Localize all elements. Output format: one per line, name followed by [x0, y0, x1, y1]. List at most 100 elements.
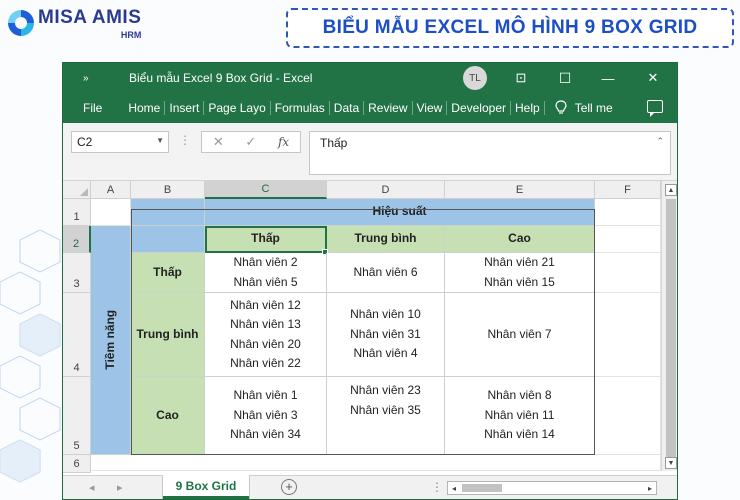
tab-file[interactable]: File [79, 101, 106, 115]
column-header-e[interactable]: E [445, 181, 595, 199]
tab-view[interactable]: View [413, 101, 447, 115]
title-bar: » Biểu mẫu Excel 9 Box Grid - Excel TL ⊡… [63, 63, 677, 93]
column-label-high[interactable]: Cao [445, 226, 595, 253]
box-cell[interactable]: Nhân viên 8 Nhân viên 11 Nhân viên 14 [445, 377, 595, 455]
cancel-icon[interactable]: ✕ [213, 134, 224, 150]
column-label-low[interactable]: Thấp [205, 226, 327, 253]
scroll-down-icon[interactable]: ▼ [665, 457, 677, 469]
box-cell[interactable]: Nhân viên 10 Nhân viên 31 Nhân viên 4 [327, 293, 445, 377]
cell-f2[interactable] [595, 226, 661, 253]
name-box-value: C2 [77, 135, 93, 149]
horizontal-scrollbar[interactable]: ◂ ▸ [447, 481, 657, 495]
ribbon-tabs: File Home Insert Page Layo Formulas Data… [63, 93, 677, 123]
brand-logo: MISA AMIS HRM [8, 8, 141, 40]
drag-handle-icon[interactable]: ⋮ [179, 133, 191, 147]
excel-window: » Biểu mẫu Excel 9 Box Grid - Excel TL ⊡… [62, 62, 678, 500]
select-all-button[interactable] [63, 181, 91, 199]
chevron-down-icon[interactable]: ▼ [156, 136, 164, 145]
sheet-tab-active[interactable]: 9 Box Grid [163, 475, 249, 499]
tab-page-layout[interactable]: Page Layo [204, 101, 269, 115]
box-cell[interactable]: Nhân viên 1 Nhân viên 3 Nhân viên 34 [205, 377, 327, 455]
ribbon-display-button[interactable]: ⊡ [501, 63, 541, 93]
column-header-d[interactable]: D [327, 181, 445, 199]
box-cell[interactable]: Nhân viên 23 Nhân viên 35 [327, 377, 445, 455]
row-6-cells[interactable] [91, 455, 661, 471]
row-label-high[interactable]: Cao [131, 377, 205, 455]
row-header-5[interactable]: 5 [63, 377, 91, 455]
tell-me-search[interactable]: Tell me [545, 100, 613, 116]
column-header-c[interactable]: C [205, 181, 327, 199]
tab-review[interactable]: Review [364, 101, 411, 115]
spreadsheet-grid: A B C D E F 1 2 3 4 5 6 Hiệu suất Tiềm n… [63, 181, 677, 483]
row-header-6[interactable]: 6 [63, 455, 91, 473]
enter-icon[interactable]: ✓ [245, 134, 256, 150]
next-sheet-icon[interactable]: ▸ [117, 481, 123, 494]
quick-access-icon[interactable]: » [83, 73, 103, 84]
add-sheet-icon[interactable]: + [281, 479, 297, 495]
tab-formulas[interactable]: Formulas [271, 101, 329, 115]
row-label-low[interactable]: Thấp [131, 253, 205, 293]
column-header-a[interactable]: A [91, 181, 131, 199]
formula-input[interactable]: Thấp ⌃ [309, 131, 671, 175]
box-cell[interactable]: Nhân viên 2 Nhân viên 5 [205, 253, 327, 293]
box-cell[interactable]: Nhân viên 21 Nhân viên 15 [445, 253, 595, 293]
employee-name: Nhân viên 4 [353, 346, 418, 361]
box-cell[interactable]: Nhân viên 12 Nhân viên 13 Nhân viên 20 N… [205, 293, 327, 377]
column-label-medium[interactable]: Trung bình [327, 226, 445, 253]
name-box[interactable]: C2 ▼ [71, 131, 169, 153]
tab-developer[interactable]: Developer [447, 101, 510, 115]
row-header-2[interactable]: 2 [63, 226, 91, 253]
row-header-4[interactable]: 4 [63, 293, 91, 377]
cell-f4[interactable] [595, 293, 661, 377]
scroll-thumb[interactable] [462, 484, 502, 492]
cell-f3[interactable] [595, 253, 661, 293]
brand-name: MISA AMIS [38, 7, 142, 28]
close-button[interactable]: ✕ [633, 63, 673, 93]
row-header-3[interactable]: 3 [63, 253, 91, 293]
insert-function-icon[interactable]: fx [278, 135, 289, 149]
tab-data[interactable]: Data [330, 101, 363, 115]
cell-b1[interactable] [131, 199, 205, 226]
employee-name: Nhân viên 34 [230, 427, 301, 442]
chevron-up-icon[interactable]: ⌃ [656, 136, 664, 147]
page-title-banner: BIỂU MẪU EXCEL MÔ HÌNH 9 BOX GRID [286, 8, 734, 48]
scroll-right-icon[interactable]: ▸ [644, 482, 656, 494]
employee-name: Nhân viên 35 [350, 402, 421, 417]
formula-bar: C2 ▼ ⋮ ✕ ✓ fx Thấp ⌃ [63, 123, 677, 181]
employee-name: Nhân viên 15 [484, 274, 555, 289]
row-header-1[interactable]: 1 [63, 199, 91, 226]
employee-name: Nhân viên 12 [230, 297, 301, 312]
performance-header[interactable]: Hiệu suất [205, 199, 595, 226]
tab-home[interactable]: Home [124, 101, 164, 115]
box-cell[interactable]: Nhân viên 6 [327, 253, 445, 293]
tab-insert[interactable]: Insert [165, 101, 203, 115]
tab-help[interactable]: Help [511, 101, 544, 115]
box-cell[interactable]: Nhân viên 7 [445, 293, 595, 377]
maximize-button[interactable]: ☐ [545, 63, 585, 93]
avatar[interactable]: TL [463, 66, 487, 90]
scroll-up-icon[interactable]: ▲ [665, 184, 677, 196]
vertical-scrollbar[interactable]: ▲ ▼ [661, 181, 677, 471]
column-header-f[interactable]: F [595, 181, 661, 199]
hexagon-decoration [0, 230, 61, 483]
cell-f5[interactable] [595, 377, 661, 455]
column-header-b[interactable]: B [131, 181, 205, 199]
employee-name: Nhân viên 2 [233, 255, 298, 269]
potential-label: Tiềm năng [102, 310, 117, 370]
tab-split-handle-icon[interactable]: ⋮ [431, 480, 443, 494]
minimize-button[interactable]: — [588, 63, 628, 93]
cell-f1[interactable] [595, 199, 661, 226]
formula-tools: ✕ ✓ fx [201, 131, 301, 153]
cell-b2[interactable] [131, 226, 205, 253]
prev-sheet-icon[interactable]: ◂ [89, 481, 95, 494]
employee-name: Nhân viên 10 [350, 307, 421, 322]
scroll-left-icon[interactable]: ◂ [448, 482, 460, 494]
employee-name: Nhân viên 22 [230, 356, 301, 370]
employee-name: Nhân viên 13 [230, 317, 301, 331]
potential-header[interactable]: Tiềm năng [91, 226, 131, 455]
employee-name: Nhân viên 23 [350, 383, 421, 397]
cell-a1[interactable] [91, 199, 131, 226]
scroll-thumb[interactable] [666, 199, 676, 457]
row-label-medium[interactable]: Trung bình [131, 293, 205, 377]
comment-icon[interactable] [647, 100, 663, 117]
